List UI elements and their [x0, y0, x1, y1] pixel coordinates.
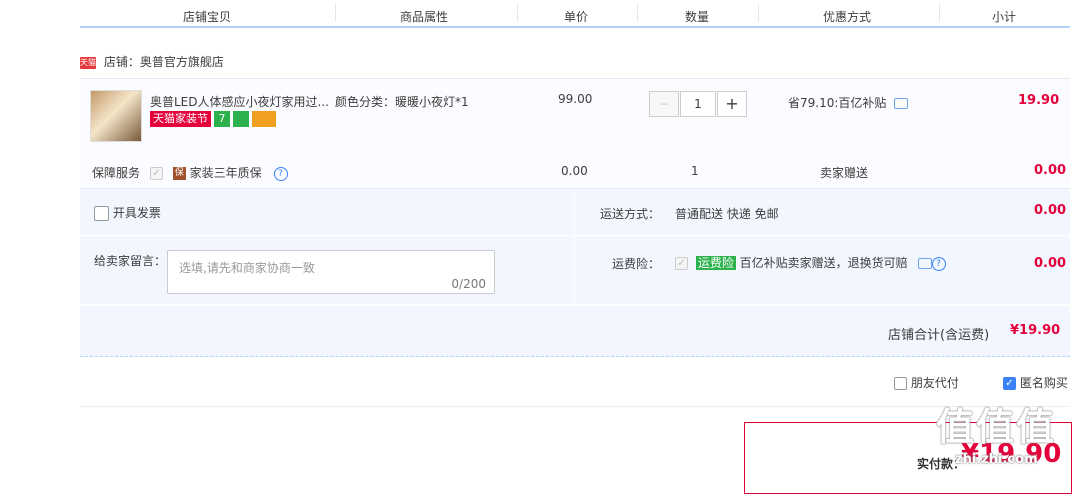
discount-info: 省79.10:百亿补贴 — [788, 94, 909, 111]
anonymous-option[interactable]: ✓ 匿名购买 — [1003, 374, 1068, 391]
product-attr: 颜色分类：暖暖小夜灯*1 — [335, 95, 469, 109]
service-label: 保障服务 — [92, 166, 141, 180]
watermark-logo: 值值值 — [936, 405, 1057, 449]
column-header: 店铺宝贝 商品属性 单价 数量 优惠方式 小计 — [80, 0, 1070, 28]
anonymous-checkbox[interactable]: ✓ — [1003, 377, 1016, 390]
tmall-logo-icon: 天猫 — [80, 56, 96, 69]
friend-pay-option[interactable]: 朋友代付 — [894, 374, 959, 391]
service-qty: 1 — [691, 164, 699, 178]
service-subtotal: 0.00 — [1034, 163, 1067, 178]
insurance-desc: 百亿补贴卖家赠送，退换货可赔 — [739, 256, 908, 270]
invoice-option[interactable]: 开具发票 — [94, 204, 161, 221]
friend-pay-checkbox[interactable] — [894, 377, 907, 390]
divider — [80, 406, 1070, 407]
message-input[interactable]: 选填,请先和商家协商一致 0/200 — [167, 250, 495, 294]
col-divider — [758, 4, 759, 22]
unit-price: 99.00 — [558, 92, 593, 106]
col-divider — [335, 4, 336, 22]
chat-icon[interactable] — [894, 98, 909, 109]
shop-total-band: 店铺合计(含运费) ¥19.90 — [80, 306, 1070, 357]
service-checkbox[interactable]: ✓ — [150, 167, 163, 180]
watermark-url: zhi.zhi.com — [955, 452, 1038, 467]
band-divider — [574, 236, 575, 304]
item-row: 奥普LED人体感应小夜灯家用过... 天猫家装节 7 颜色分类：暖暖小夜灯*1 9… — [80, 78, 1070, 157]
col-discount: 优惠方式 — [823, 10, 872, 24]
insurance-option: ✓ 运费险 百亿补贴卖家赠送，退换货可赔 ? — [675, 254, 946, 271]
shop-row: 天猫 店铺：奥普官方旗舰店 — [80, 53, 224, 70]
invoice-shipping-band: 开具发票 运送方式： 普通配送 快递 免邮 0.00 — [80, 188, 1070, 235]
col-divider — [517, 4, 518, 22]
card-payment-icon — [252, 111, 276, 127]
warranty-badge-icon: 保 — [172, 167, 186, 180]
product-tags: 天猫家装节 7 — [150, 111, 279, 127]
shop-total-value: ¥19.90 — [1010, 323, 1061, 338]
shop-total-label: 店铺合计(含运费) — [888, 328, 990, 343]
col-attr: 商品属性 — [400, 10, 449, 24]
col-divider — [939, 4, 940, 22]
service-option: ✓ 保 家装三年质保 ? — [150, 164, 288, 181]
shipping-cost: 0.00 — [1034, 203, 1067, 218]
band-divider — [574, 189, 575, 235]
service-name: 家装三年质保 — [189, 166, 262, 180]
service-method: 卖家赠送 — [820, 166, 869, 180]
insurance-label: 运费险： — [612, 257, 661, 271]
message-counter: 0/200 — [451, 277, 486, 291]
shop-name[interactable]: 店铺：奥普官方旗舰店 — [104, 55, 224, 69]
col-price: 单价 — [564, 10, 589, 24]
qty-minus-button[interactable]: − — [649, 91, 679, 117]
guarantee-icon — [233, 111, 249, 127]
qty-input[interactable]: 1 — [680, 91, 716, 117]
qty-plus-button[interactable]: + — [717, 91, 747, 117]
discount-text: 省79.10:百亿补贴 — [788, 96, 887, 110]
service-price: 0.00 — [561, 164, 588, 178]
seven-day-return-icon: 7 — [214, 111, 230, 127]
friend-pay-label: 朋友代付 — [910, 376, 959, 390]
col-subtotal: 小计 — [992, 10, 1017, 24]
product-title[interactable]: 奥普LED人体感应小夜灯家用过... — [150, 93, 330, 110]
col-divider — [637, 4, 638, 22]
col-qty: 数量 — [685, 10, 710, 24]
insurance-checkbox[interactable]: ✓ — [675, 257, 688, 270]
shipping-value: 普通配送 快递 免邮 — [675, 207, 779, 221]
help-icon[interactable]: ? — [931, 256, 946, 271]
service-row: 保障服务 ✓ 保 家装三年质保 ? 0.00 1 卖家赠送 0.00 — [80, 156, 1070, 188]
invoice-checkbox[interactable] — [94, 206, 109, 221]
tmall-home-festival-tag: 天猫家装节 — [150, 111, 211, 127]
insurance-cost: 0.00 — [1034, 256, 1067, 271]
item-subtotal: 19.90 — [1018, 93, 1060, 108]
shipping-label: 运送方式： — [600, 207, 661, 221]
chat-icon[interactable] — [917, 258, 932, 269]
insurance-badge: 运费险 — [695, 256, 736, 270]
message-label: 给卖家留言： — [94, 254, 167, 268]
product-thumbnail[interactable] — [90, 90, 142, 142]
col-shop-item: 店铺宝贝 — [183, 10, 232, 24]
message-placeholder: 选填,请先和商家协商一致 — [179, 261, 315, 275]
help-icon[interactable]: ? — [273, 166, 288, 181]
invoice-label: 开具发票 — [112, 206, 161, 220]
anonymous-label: 匿名购买 — [1019, 376, 1068, 390]
